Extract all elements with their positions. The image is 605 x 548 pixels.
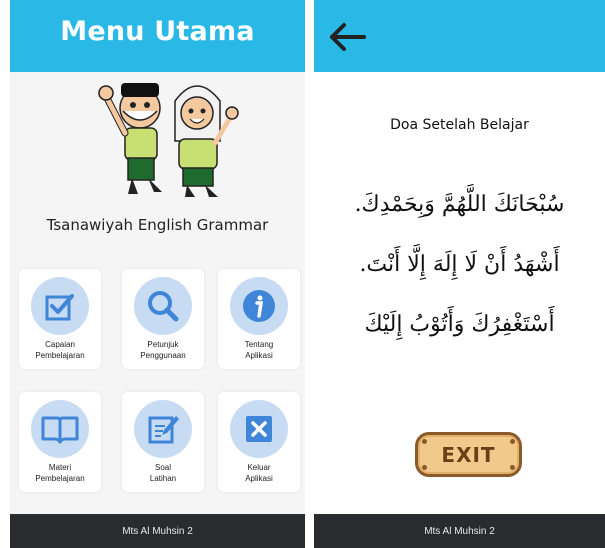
search-icon (148, 291, 179, 322)
doa-title: Doa Setelah Belajar (390, 117, 529, 133)
close-icon (246, 416, 272, 442)
doa-screen: Doa Setelah Belajar سُبْحَانَكَ اللَّهُم… (314, 0, 605, 548)
info-icon (243, 290, 275, 322)
menu-label: Petunjuk Penggunaan (140, 340, 186, 360)
arabic-line: أَشْهَدُ أَنْ لَا إِلَهَ إِلَّا أَنْتَ. (359, 252, 560, 277)
menu-label: Tentang Aplikasi (244, 340, 274, 360)
arrow-left-icon[interactable] (328, 22, 368, 52)
header-bar: Menu Utama (10, 0, 305, 72)
menu-capaian-pembelajaran[interactable]: Capaian Pembelajaran (19, 269, 101, 369)
menu-label: Soal Latihan (149, 463, 177, 483)
page-title: Menu Utama (60, 16, 255, 47)
exit-label: EXIT (441, 442, 496, 467)
nail-decoration (422, 439, 427, 444)
arabic-line: سُبْحَانَكَ اللَّهُمَّ وَبِحَمْدِكَ. (354, 192, 565, 217)
menu-petunjuk-penggunaan[interactable]: Petunjuk Penggunaan (122, 269, 204, 369)
checkbox-icon (45, 294, 74, 321)
footer-bar: Mts Al Muhsin 2 (10, 514, 305, 548)
footer-bar: Mts Al Muhsin 2 (314, 514, 605, 548)
menu-soal-latihan[interactable]: Soal Latihan (122, 392, 204, 492)
menu-keluar-aplikasi[interactable]: Keluar Aplikasi (218, 392, 300, 492)
nail-decoration (510, 439, 515, 444)
menu-materi-pembelajaran[interactable]: Materi Pembelajaran (19, 392, 101, 492)
students-illustration (98, 83, 239, 197)
nail-decoration (510, 465, 515, 470)
book-icon (41, 416, 79, 444)
edit-icon (148, 416, 179, 444)
nail-decoration (422, 465, 427, 470)
menu-label: Materi Pembelajaran (35, 463, 85, 483)
header-bar (314, 0, 605, 72)
menu-label: Keluar Aplikasi (245, 463, 273, 483)
arabic-line: أَسْتَغْفِرُكَ وَأَتُوْبُ إِلَيْكَ (364, 312, 555, 337)
menu-tentang-aplikasi[interactable]: Tentang Aplikasi (218, 269, 300, 369)
menu-label: Capaian Pembelajaran (35, 340, 85, 360)
exit-button[interactable]: EXIT (415, 432, 522, 477)
main-menu-screen: Menu Utama Tsanawiyah English Grammar Ca… (10, 0, 305, 548)
app-subtitle: Tsanawiyah English Grammar (46, 216, 269, 234)
